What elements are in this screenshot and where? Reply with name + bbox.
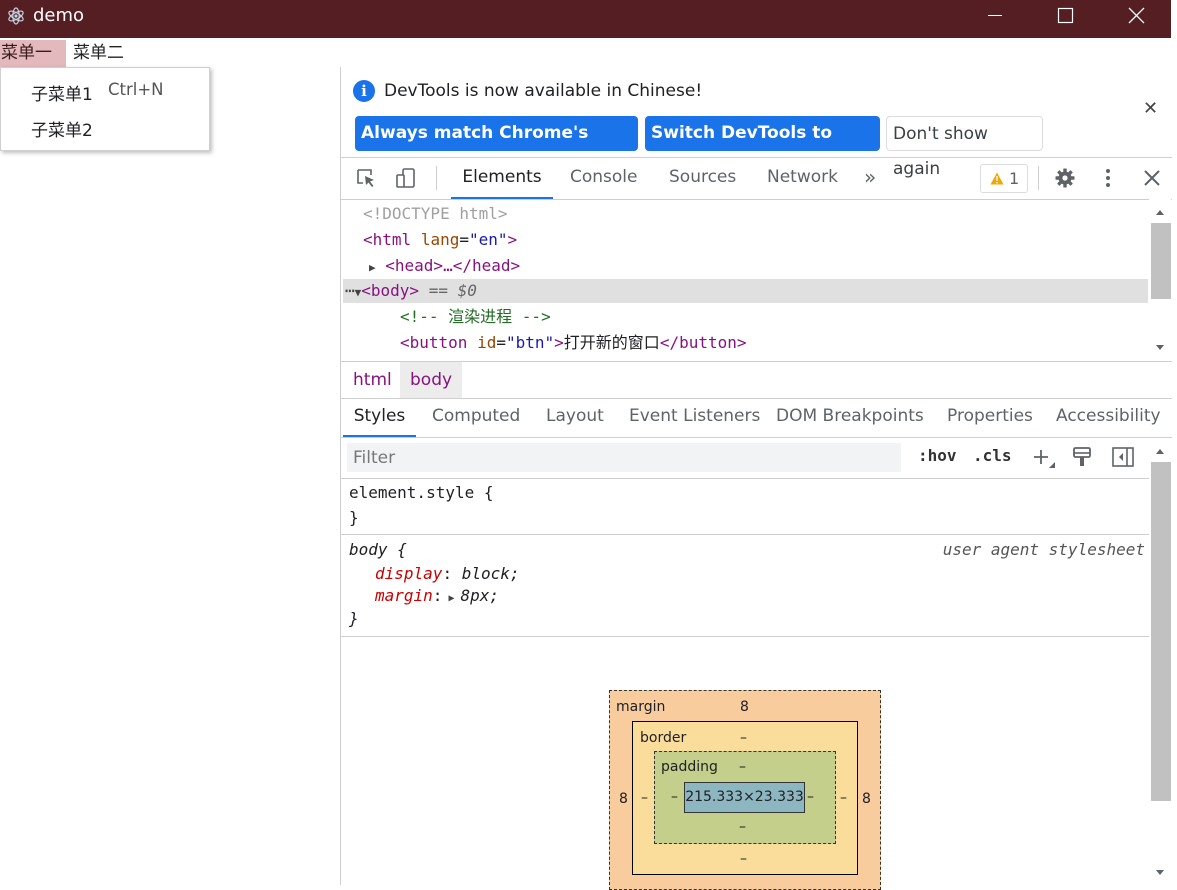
new-style-rule-icon[interactable] (1031, 446, 1057, 470)
padding-right-value[interactable]: – (807, 789, 814, 805)
warning-icon (990, 172, 1004, 185)
dom-node-head[interactable]: ▶ <head>…</head> (369, 254, 520, 278)
body-style-rule: body { user agent stylesheet display: bl… (341, 535, 1149, 637)
inspect-element-icon[interactable] (355, 167, 377, 189)
device-toolbar-icon[interactable] (395, 167, 417, 189)
menu-item-2[interactable]: 菜单二 (72, 40, 125, 67)
styles-scrollbar[interactable] (1149, 438, 1171, 885)
electron-app-icon (8, 7, 24, 25)
margin-right-value[interactable]: 8 (862, 791, 871, 807)
breadcrumb: html body (341, 361, 1172, 399)
menu-item-1[interactable]: 菜单一 (0, 40, 66, 67)
toggle-sidebar-icon[interactable] (1111, 446, 1135, 468)
hover-state-toggle[interactable]: :hov (918, 446, 957, 465)
submenu-item-label: 子菜单1 (31, 85, 93, 105)
warnings-count: 1 (1009, 169, 1020, 188)
minimize-icon (988, 15, 1002, 16)
margin-left-value[interactable]: 8 (619, 791, 628, 807)
switch-chinese-button[interactable]: Switch DevTools to Chinese (645, 116, 880, 178)
dont-show-again-button[interactable]: Don't show again (886, 116, 1043, 179)
infobar-message: DevTools is now available in Chinese! (384, 81, 703, 101)
submenu-item-1[interactable]: 子菜单1 Ctrl+N (31, 80, 164, 105)
window-titlebar: demo (0, 0, 1171, 38)
tab-styles[interactable]: Styles (343, 398, 416, 437)
styles-subtabs: Styles Computed Layout Event Listeners D… (341, 398, 1172, 438)
toolbar-divider (436, 166, 437, 190)
rule-selector[interactable]: element.style { (349, 483, 494, 502)
info-icon: i (353, 80, 375, 102)
tab-console[interactable]: Console (570, 158, 638, 197)
rule-source: user agent stylesheet (942, 540, 1145, 559)
element-style-rule: element.style { } (341, 479, 1149, 535)
dropdown-menu: 子菜单1 Ctrl+N 子菜单2 (0, 67, 210, 151)
dom-node-body[interactable]: ⋯▼<body> == $0 (345, 279, 477, 303)
scrollbar-arrows-icon (1151, 449, 1171, 875)
close-window-button[interactable] (1107, 0, 1167, 32)
border-label: border (640, 730, 687, 746)
tab-layout[interactable]: Layout (546, 398, 604, 435)
minimize-button[interactable] (965, 0, 1025, 32)
maximize-button[interactable] (1035, 0, 1095, 32)
padding-label: padding (661, 759, 718, 775)
tab-network[interactable]: Network (767, 158, 838, 197)
node-actions-icon[interactable]: ⋯ (345, 281, 355, 300)
border-top-value[interactable]: – (740, 730, 747, 746)
styles-filter-input[interactable] (347, 443, 901, 472)
dom-node-html[interactable]: <html lang="en"> (363, 228, 517, 252)
style-declaration[interactable]: margin: ▶ 8px; (375, 586, 499, 605)
border-right-value[interactable]: – (840, 790, 847, 806)
border-left-value[interactable]: – (641, 790, 648, 806)
expand-triangle-icon[interactable]: ▶ (369, 261, 376, 274)
breadcrumb-body[interactable]: body (400, 362, 463, 398)
tab-accessibility[interactable]: Accessibility (1056, 398, 1161, 435)
margin-label: margin (616, 699, 666, 715)
class-toggle[interactable]: .cls (973, 446, 1012, 465)
warnings-badge[interactable]: 1 (980, 164, 1028, 193)
submenu-item-label: 子菜单2 (31, 121, 93, 141)
dom-doctype[interactable]: <!DOCTYPE html> (363, 202, 508, 226)
tab-elements[interactable]: Elements (451, 158, 553, 199)
infobar-close-icon[interactable]: ✕ (1143, 98, 1158, 119)
more-options-icon[interactable] (1097, 167, 1119, 189)
padding-bottom-value[interactable]: – (739, 819, 746, 835)
rule-selector[interactable]: body { (349, 540, 407, 559)
tab-dom-breakpoints[interactable]: DOM Breakpoints (776, 398, 924, 435)
tab-sources[interactable]: Sources (669, 158, 736, 197)
rule-close-brace: } (349, 508, 359, 527)
match-language-button[interactable]: Always match Chrome's language (355, 116, 638, 178)
margin-top-value[interactable]: 8 (740, 699, 749, 715)
dom-scrollbar[interactable] (1149, 199, 1171, 361)
devtools-toolbar: Elements Console Sources Network » 1 (341, 157, 1172, 200)
border-bottom-value[interactable]: – (740, 851, 747, 867)
devtools-panel: i DevTools is now available in Chinese! … (340, 67, 1172, 890)
close-icon (1128, 7, 1145, 24)
submenu-shortcut: Ctrl+N (108, 80, 164, 99)
tab-event-listeners[interactable]: Event Listeners (629, 398, 760, 435)
dom-tree: <!DOCTYPE html> <html lang="en"> ▶ <head… (341, 199, 1149, 361)
dom-comment[interactable]: <!-- 渲染进程 --> (400, 305, 551, 329)
tab-properties[interactable]: Properties (947, 398, 1033, 435)
expand-shorthand-icon[interactable]: ▶ (442, 593, 460, 604)
rule-close-brace: } (349, 609, 359, 628)
close-devtools-icon[interactable] (1141, 167, 1163, 189)
submenu-item-2[interactable]: 子菜单2 (31, 116, 93, 141)
padding-left-value[interactable]: – (671, 789, 678, 805)
settings-gear-icon[interactable] (1054, 167, 1076, 189)
toolbar-divider (1038, 166, 1039, 190)
styles-filter-row: :hov .cls (341, 438, 1149, 479)
element-state-paint-icon[interactable] (1071, 445, 1093, 469)
tab-computed[interactable]: Computed (432, 398, 520, 435)
style-declaration[interactable]: display: block; (375, 564, 520, 583)
more-tabs-icon[interactable]: » (864, 158, 876, 197)
padding-top-value[interactable]: – (739, 759, 746, 775)
menubar: 菜单一 菜单二 (0, 38, 1171, 67)
breadcrumb-html[interactable]: html (343, 362, 402, 398)
window-title: demo (33, 5, 85, 26)
maximize-icon (1057, 7, 1074, 24)
dom-node-button[interactable]: <button id="btn">打开新的窗口</button> (400, 331, 747, 355)
scrollbar-arrows-icon (1151, 210, 1171, 350)
language-infobar: i DevTools is now available in Chinese! … (341, 67, 1172, 179)
box-model-content-size[interactable]: 215.333×23.333 (684, 782, 805, 813)
